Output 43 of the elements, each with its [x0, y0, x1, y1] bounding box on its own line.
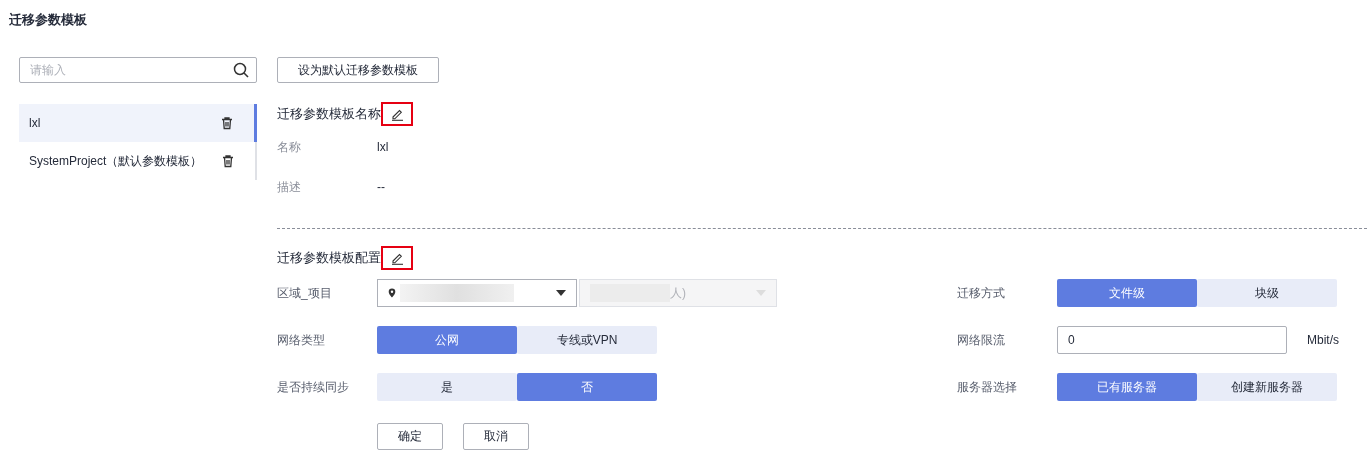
- segment-option[interactable]: 块级: [1197, 279, 1337, 307]
- segment-option[interactable]: 创建新服务器: [1197, 373, 1337, 401]
- form-label: 区域_项目: [277, 284, 333, 302]
- search-icon: [233, 62, 249, 78]
- cancel-button[interactable]: 取消: [463, 423, 529, 450]
- form-label: 网络限流: [957, 331, 1006, 349]
- field-value: lxl: [377, 140, 389, 154]
- set-default-button[interactable]: 设为默认迁移参数模板: [277, 57, 439, 83]
- caret-down-icon: [756, 290, 766, 296]
- page-title: 迁移参数模板: [8, 11, 88, 29]
- edit-button[interactable]: [381, 246, 413, 270]
- segment-option[interactable]: 已有服务器: [1057, 373, 1197, 401]
- form-label: 服务器选择: [957, 378, 1018, 396]
- segment-option[interactable]: 专线或VPN: [517, 326, 657, 354]
- template-name: lxl: [29, 116, 42, 130]
- segment-option[interactable]: 公网: [377, 326, 517, 354]
- field-label: 描述: [277, 178, 302, 196]
- trash-icon: [221, 154, 235, 168]
- caret-down-icon: [556, 290, 566, 296]
- field-label: 名称: [277, 138, 302, 156]
- template-item[interactable]: SystemProject（默认参数模板）: [19, 142, 257, 180]
- delete-button[interactable]: [220, 116, 234, 130]
- form-label: 迁移方式: [957, 284, 1006, 302]
- section-title: 迁移参数模板配置: [277, 249, 381, 267]
- trash-icon: [220, 116, 234, 130]
- segment-option[interactable]: 是: [377, 373, 517, 401]
- delete-button[interactable]: [221, 154, 235, 168]
- number-input[interactable]: 0: [1057, 326, 1287, 354]
- template-item[interactable]: lxl: [19, 104, 257, 142]
- form-label: 网络类型: [277, 331, 326, 349]
- form-label: 是否持续同步: [277, 378, 350, 396]
- segment-option[interactable]: 文件级: [1057, 279, 1197, 307]
- template-name: SystemProject（默认参数模板）: [29, 152, 204, 170]
- unit-label: Mbit/s: [1307, 333, 1339, 347]
- field-value: --: [377, 180, 385, 194]
- section-title: 迁移参数模板名称: [277, 105, 381, 123]
- pencil-icon: [390, 107, 404, 121]
- dropdown-value: 人): [670, 284, 686, 302]
- confirm-button[interactable]: 确定: [377, 423, 443, 450]
- search-field[interactable]: 请输入: [19, 57, 257, 83]
- edit-button[interactable]: [381, 102, 413, 126]
- pencil-icon: [390, 251, 404, 265]
- segment-option[interactable]: 否: [517, 373, 657, 401]
